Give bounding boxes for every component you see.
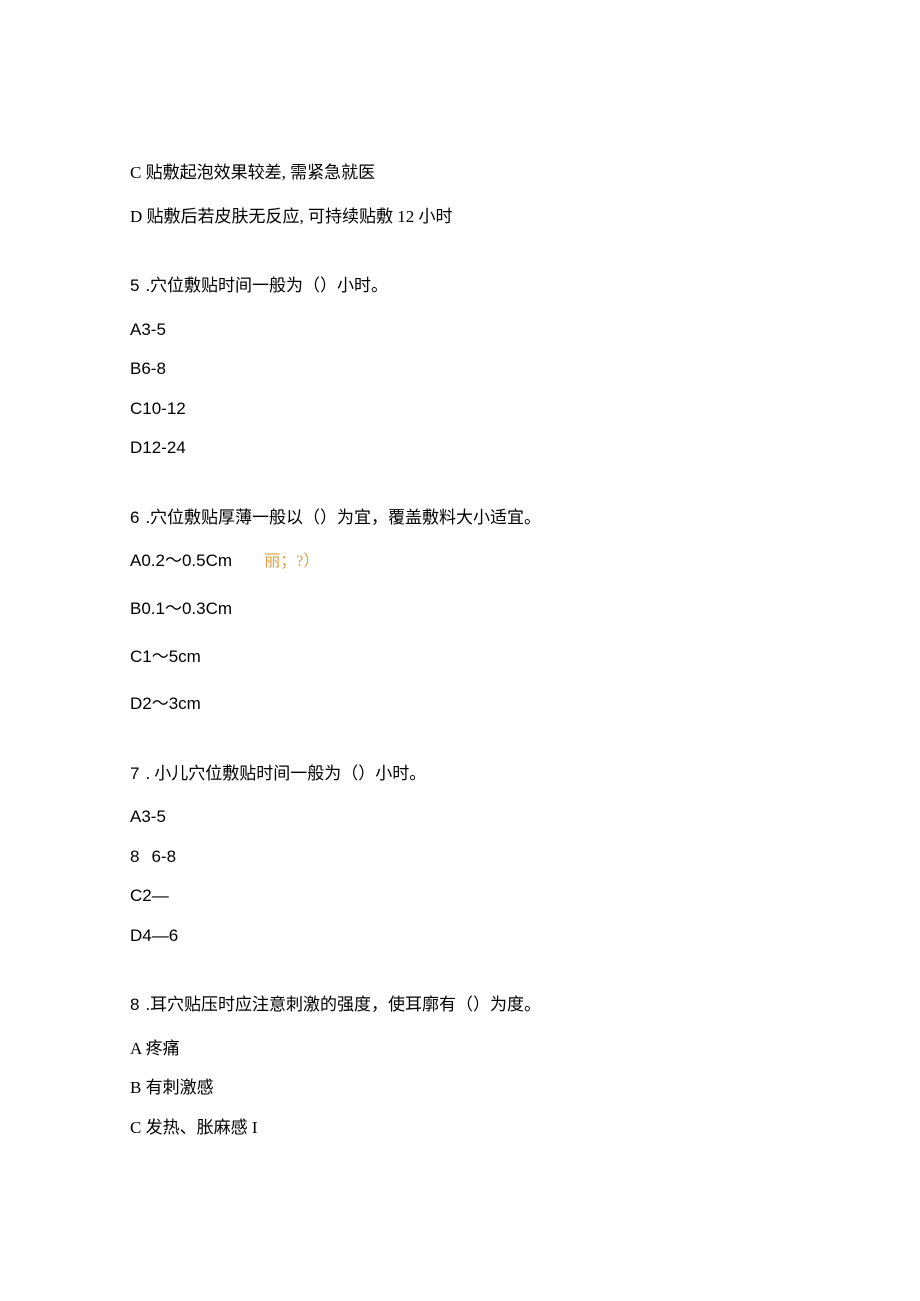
- q8-option-b: B 有刺激感: [130, 1075, 790, 1101]
- q7-option-b-num: 8: [130, 847, 139, 866]
- q6-option-d: D2～3cm: [130, 691, 790, 717]
- q6-option-b: B0.1～0.3Cm: [130, 596, 790, 622]
- q5-option-a: A3-5: [130, 317, 790, 343]
- question-6: 6 .穴位敷贴厚薄一般以（）为宜，覆盖敷料大小适宜。: [130, 505, 790, 531]
- question-5: 5 .穴位敷贴时间一般为（）小时。: [130, 273, 790, 299]
- q8-option-c: C 发热、胀麻感 I: [130, 1115, 790, 1141]
- q7-option-b: 8 6-8: [130, 844, 790, 870]
- question-text: . 小儿穴位敷贴时间一般为（）小时。: [141, 764, 426, 783]
- q7-option-c: C2—: [130, 883, 790, 909]
- q8-option-a: A 疼痛: [130, 1036, 790, 1062]
- question-number: 8: [130, 995, 141, 1014]
- question-text: .穴位敷贴厚薄一般以（）为宜，覆盖敷料大小适宜。: [141, 508, 541, 527]
- q5-option-d: D12-24: [130, 435, 790, 461]
- option-d-pre: D 贴敷后若皮肤无反应, 可持续贴敷 12 小时: [130, 204, 790, 230]
- q6-option-c: C1～5cm: [130, 644, 790, 670]
- question-8: 8 .耳穴贴压时应注意刺激的强度，使耳廓有（）为度。: [130, 992, 790, 1018]
- document-page: C 贴敷起泡效果较差, 需紧急就医 D 贴敷后若皮肤无反应, 可持续贴敷 12 …: [0, 0, 920, 1234]
- question-number: 7: [130, 764, 141, 783]
- q5-option-c: C10-12: [130, 396, 790, 422]
- question-number: 5: [130, 276, 141, 295]
- inline-note: 丽；?）: [264, 553, 319, 570]
- question-text: .耳穴贴压时应注意刺激的强度，使耳廓有（）为度。: [141, 995, 541, 1014]
- q6-option-a: A0.2～0.5Cm 丽；?）: [130, 548, 790, 574]
- option-c-pre: C 贴敷起泡效果较差, 需紧急就医: [130, 160, 790, 186]
- q6-option-a-text: A0.2～0.5Cm: [130, 551, 232, 570]
- question-7: 7 . 小儿穴位敷贴时间一般为（）小时。: [130, 761, 790, 787]
- q5-option-b: B6-8: [130, 356, 790, 382]
- q7-option-a: A3-5: [130, 804, 790, 830]
- question-number: 6: [130, 508, 141, 527]
- q7-option-b-text: 6-8: [151, 847, 176, 866]
- q7-option-d: D4—6: [130, 923, 790, 949]
- question-text: .穴位敷贴时间一般为（）小时。: [141, 276, 388, 295]
